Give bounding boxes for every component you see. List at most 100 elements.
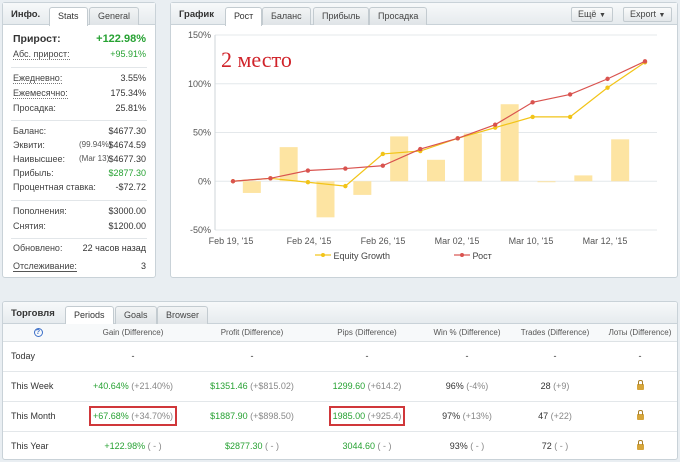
abs-gain-label[interactable]: Абс. прирост: xyxy=(13,49,70,60)
equity-label: Эквити: xyxy=(13,140,45,150)
trades-cell: 28 (+9) xyxy=(511,371,599,402)
profit-value: $1351.46 xyxy=(210,381,248,391)
win-cell: 96% (-4%) xyxy=(423,371,511,402)
y-tick-label: 100% xyxy=(188,79,211,89)
tab-stats[interactable]: Stats xyxy=(49,7,88,26)
bar xyxy=(316,181,335,218)
header-win: Win % (Difference) xyxy=(423,324,511,342)
win-cell: 93% ( - ) xyxy=(423,431,511,459)
lock-icon xyxy=(636,409,644,420)
series-point xyxy=(380,163,386,168)
drawdown-label: Просадка: xyxy=(13,103,56,113)
periods-table: ? Gain (Difference) Profit (Difference) … xyxy=(3,324,677,459)
gain-value: +122.98% xyxy=(104,441,146,451)
period-label: Today xyxy=(3,341,73,372)
header-gain: Gain (Difference) xyxy=(73,324,193,342)
gain-value: +40.64% xyxy=(92,381,129,391)
info-icon[interactable]: ? xyxy=(33,328,43,338)
tracking-value: 3 xyxy=(140,261,146,271)
withdrawals-label: Снятия: xyxy=(13,221,46,231)
y-tick-label: 50% xyxy=(193,128,211,138)
daily-value: 3.55% xyxy=(120,73,146,83)
drawdown-value: 25.81% xyxy=(115,103,146,113)
divider xyxy=(11,238,147,239)
gain-cell: +40.64% (+21.40%) xyxy=(73,371,193,402)
divider xyxy=(11,200,147,201)
win-cell: - xyxy=(423,341,511,372)
legend-growth-label: Рост xyxy=(472,251,492,261)
profit-value: $1887.90 xyxy=(210,411,248,421)
chart-annotation: 2 место xyxy=(221,47,292,72)
pips-value: 1299.60 xyxy=(332,381,366,391)
lots-cell xyxy=(599,431,677,459)
tab-periods[interactable]: Periods xyxy=(65,306,114,325)
series-point xyxy=(642,59,648,64)
profit-diff: ( - ) xyxy=(265,441,280,451)
tab-browser[interactable]: Browser xyxy=(157,306,209,324)
tab-goals[interactable]: Goals xyxy=(115,306,157,324)
profit-diff: (+$815.02) xyxy=(250,381,294,391)
withdrawals-row: Снятия: $1200.00 xyxy=(13,221,146,234)
series-point xyxy=(268,176,273,181)
legend-equity[interactable]: Equity Growth xyxy=(315,251,390,261)
pips-value: 3044.60 xyxy=(342,441,376,451)
withdrawals-value: $1200.00 xyxy=(108,221,146,231)
gain-cell: - xyxy=(73,341,193,372)
win-value: 93% xyxy=(449,441,468,451)
header-lots: Лоты (Difference) xyxy=(599,324,677,342)
profit-value: $2877.30 xyxy=(108,168,146,178)
table-row: This Month +67.68% (+34.70%) $1887.90 (+… xyxy=(3,401,677,432)
series-point xyxy=(343,166,348,171)
bar xyxy=(427,159,445,182)
trades-cell: 47 (+22) xyxy=(511,401,599,432)
table-row: This Year +122.98% ( - ) $2877.30 ( - ) … xyxy=(3,431,677,459)
lock-icon xyxy=(636,379,644,390)
win-diff: (+13%) xyxy=(462,411,492,421)
monthly-label[interactable]: Ежемесячно: xyxy=(13,88,68,99)
highest-label: Наивысшее: xyxy=(13,154,66,164)
y-tick-label: 0% xyxy=(198,176,211,186)
legend-growth[interactable]: Рост xyxy=(454,251,492,261)
win-diff: ( - ) xyxy=(470,441,485,451)
lots-cell: - xyxy=(599,341,677,372)
abs-gain-value: +95.91% xyxy=(110,49,146,59)
lots-cell xyxy=(599,401,677,432)
series-point xyxy=(230,179,236,184)
gain-value: +122.98% xyxy=(96,33,146,45)
bar xyxy=(463,133,482,182)
period-label: This Month xyxy=(3,401,73,432)
deposits-label: Пополнения: xyxy=(13,206,67,216)
gain-value: +67.68% xyxy=(92,411,129,421)
lock-icon xyxy=(636,439,644,450)
table-row: This Week +40.64% (+21.40%) $1351.46 (+$… xyxy=(3,371,677,402)
x-tick-label: Feb 26, '15 xyxy=(361,236,406,246)
trades-cell: 72 ( - ) xyxy=(511,431,599,459)
pips-highlight: 1985.00 (+925.4) xyxy=(328,406,406,426)
tab-general[interactable]: General xyxy=(89,7,140,25)
monthly-value: 175.34% xyxy=(110,88,146,98)
info-panel: Инфо. Stats General Прирост: +122.98% Аб… xyxy=(2,2,156,278)
profit-value: $2877.30 xyxy=(224,441,263,451)
profit-cell: $2877.30 ( - ) xyxy=(193,431,311,459)
gain-cell: +67.68% (+34.70%) xyxy=(73,401,193,432)
gain-diff: (+21.40%) xyxy=(131,381,174,391)
equity-value: $4674.59 xyxy=(108,140,146,150)
gain-cell: +122.98% ( - ) xyxy=(73,431,193,459)
daily-label[interactable]: Ежедневно: xyxy=(13,73,63,84)
legend-growth-swatch xyxy=(454,253,470,257)
profit-cell: $1351.46 (+$815.02) xyxy=(193,371,311,402)
series-point xyxy=(567,92,573,97)
chart-panel: График Рост Баланс Прибыль Просадка Ещё … xyxy=(170,2,678,278)
trading-title: Торговля xyxy=(11,308,55,319)
legend-equity-swatch xyxy=(315,253,331,257)
tracking-link[interactable]: Отслеживание: xyxy=(13,261,77,272)
pips-diff: ( - ) xyxy=(377,441,392,451)
growth-chart: 150% 100% 50% 0% -50%Feb 19, '15 Feb 24, '15 F… xyxy=(188,30,657,246)
period-label: This Week xyxy=(3,371,73,402)
abs-gain-row: Абс. прирост: +95.91% xyxy=(13,49,146,62)
series-point xyxy=(567,114,573,120)
period-label: This Year xyxy=(3,431,73,459)
y-tick-label: 150% xyxy=(188,30,211,40)
bar xyxy=(242,181,261,193)
info-header: ? xyxy=(3,324,73,342)
